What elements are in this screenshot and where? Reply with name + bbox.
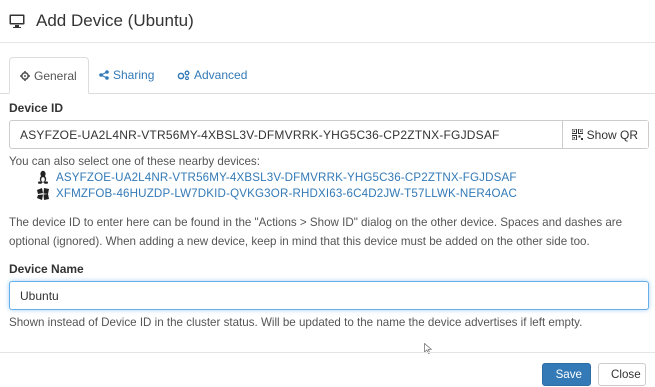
device-name-input-group xyxy=(9,281,649,310)
device-id-input-group: Show QR xyxy=(9,120,649,149)
tab-label: General xyxy=(34,68,77,83)
nearby-devices-intro: You can also select one of these nearby … xyxy=(9,155,260,168)
nearby-device-link[interactable]: XFMZFOB-46HUZDP-LW7DKID-QVKG3OR-RHDXI63-… xyxy=(56,187,517,200)
check-icon xyxy=(551,374,552,375)
dialog-header: Add Device (Ubuntu) xyxy=(0,0,655,43)
device-id-label: Device ID xyxy=(9,101,64,115)
gear-icon xyxy=(20,70,30,81)
nearby-device-item[interactable]: ASYFZOE-UA2L4NR-VTR56MY-4XBSL3V-DFMVRRK-… xyxy=(37,170,517,184)
save-label: Save xyxy=(555,368,582,381)
device-id-help-line1: The device ID to enter here can be found… xyxy=(9,216,623,229)
tab-advanced[interactable]: Advanced xyxy=(167,57,257,92)
tab-label: Sharing xyxy=(113,67,155,82)
device-name-help: Shown instead of Device ID in the cluste… xyxy=(9,316,583,329)
add-device-dialog: Add Device (Ubuntu) General Sharing Adva… xyxy=(0,0,655,386)
save-button[interactable]: Save xyxy=(542,363,591,386)
linux-icon xyxy=(38,170,48,184)
monitor-icon xyxy=(9,14,25,28)
device-name-label: Device Name xyxy=(9,262,84,276)
close-button[interactable]: Close xyxy=(598,363,646,386)
share-icon xyxy=(99,69,109,80)
nearby-device-link[interactable]: ASYFZOE-UA2L4NR-VTR56MY-4XBSL3V-DFMVRRK-… xyxy=(56,171,517,184)
device-id-input[interactable] xyxy=(10,121,562,148)
nearby-device-item[interactable]: XFMZFOB-46HUZDP-LW7DKID-QVKG3OR-RHDXI63-… xyxy=(37,187,517,200)
show-qr-button[interactable]: Show QR xyxy=(561,121,648,148)
tab-sharing[interactable]: Sharing xyxy=(89,57,164,92)
dialog-title: Add Device (Ubuntu) xyxy=(36,11,194,30)
device-id-help-line2: optional (ignored). When adding a new de… xyxy=(9,235,590,248)
cogs-icon xyxy=(177,70,190,80)
tab-bar: General Sharing Advanced xyxy=(0,57,655,94)
close-label: Close xyxy=(611,368,641,381)
qrcode-icon xyxy=(571,129,583,140)
tab-label: Advanced xyxy=(194,67,248,82)
device-name-input[interactable] xyxy=(10,282,648,309)
tab-general[interactable]: General xyxy=(9,57,89,94)
windows-icon xyxy=(37,187,49,200)
show-qr-label: Show QR xyxy=(586,127,638,142)
